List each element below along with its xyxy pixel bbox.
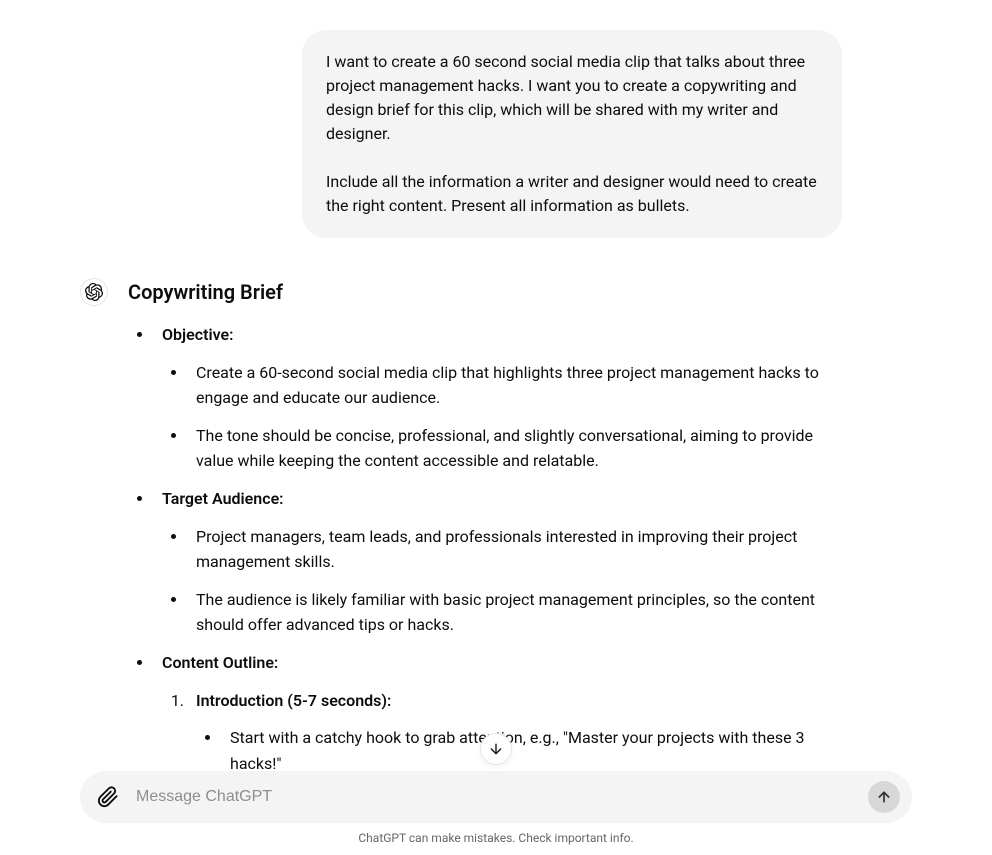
input-bar [80, 771, 912, 823]
user-message-paragraph: I want to create a 60 second social medi… [326, 50, 818, 146]
attach-button[interactable] [92, 781, 124, 813]
sub-list: Create a 60-second social media clip tha… [162, 360, 842, 474]
list-item: Project managers, team leads, and profes… [188, 524, 842, 575]
section-label: Target Audience: [162, 489, 284, 508]
sub-list: Project managers, team leads, and profes… [162, 524, 842, 638]
disclaimer-text: ChatGPT can make mistakes. Check importa… [0, 823, 992, 847]
list-item: Start with a catchy hook to grab attenti… [222, 725, 842, 776]
section-label: Content Outline: [162, 653, 278, 672]
send-button[interactable] [868, 781, 900, 813]
list-item: Objective: Create a 60-second social med… [154, 322, 842, 474]
message-input[interactable] [136, 788, 856, 806]
arrow-down-icon [488, 741, 504, 757]
scroll-to-bottom-button[interactable] [480, 733, 512, 765]
arrow-up-icon [876, 789, 892, 805]
openai-icon [85, 283, 103, 301]
chat-container: I want to create a 60 second social medi… [0, 0, 992, 855]
user-message-paragraph: Include all the information a writer and… [326, 170, 818, 218]
list-item: Create a 60-second social media clip tha… [188, 360, 842, 411]
list-item: The audience is likely familiar with bas… [188, 587, 842, 638]
user-message-row: I want to create a 60 second social medi… [0, 0, 992, 238]
list-item: The tone should be concise, professional… [188, 423, 842, 474]
assistant-avatar [80, 278, 108, 306]
section-label: Objective: [162, 325, 233, 344]
assistant-heading: Copywriting Brief [128, 276, 842, 308]
input-bar-container: ChatGPT can make mistakes. Check importa… [0, 771, 992, 855]
list-item: Target Audience: Project managers, team … [154, 486, 842, 638]
user-message: I want to create a 60 second social medi… [302, 30, 842, 238]
paperclip-icon [97, 786, 119, 808]
section-label: Introduction (5-7 seconds): [196, 691, 391, 710]
